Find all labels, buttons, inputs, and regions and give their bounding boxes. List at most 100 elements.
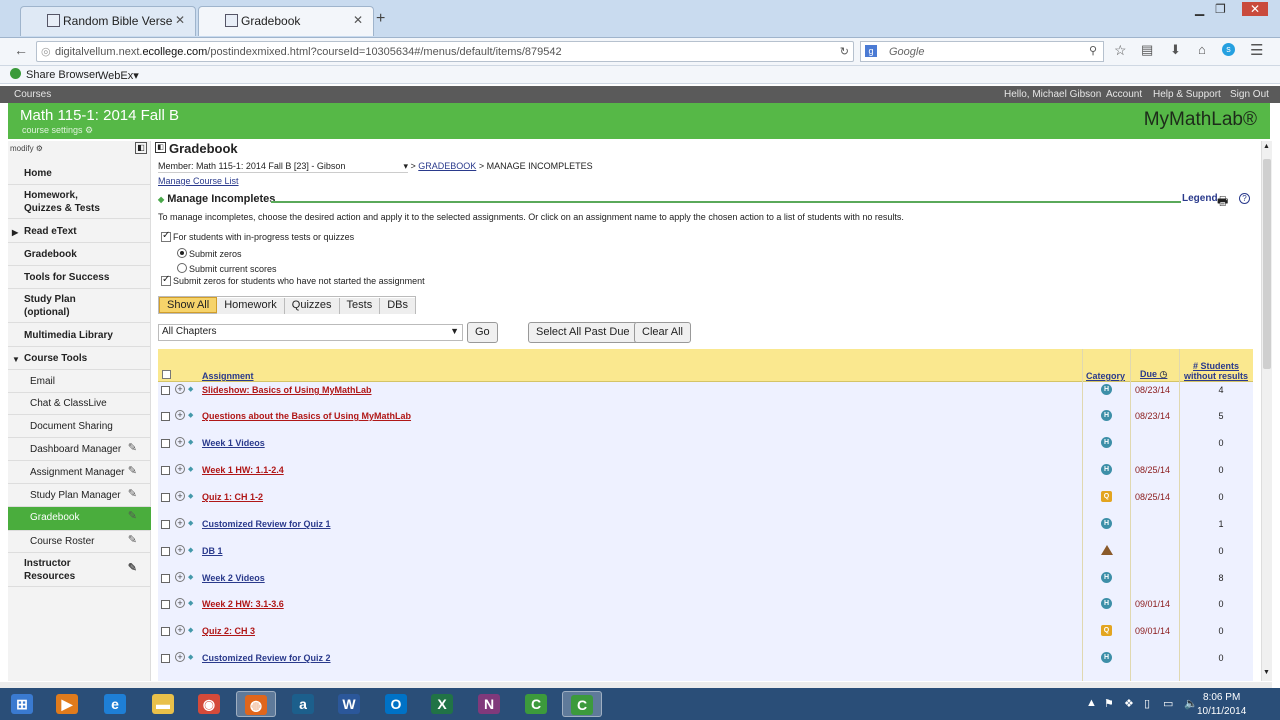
- address-bar[interactable]: digitalvellum.next.ecollege.com/postinde…: [36, 41, 854, 62]
- edit-icon[interactable]: ✎: [128, 488, 137, 501]
- star-icon[interactable]: ☆: [1114, 42, 1127, 59]
- back-icon[interactable]: ←: [14, 42, 28, 58]
- sidebar-item-gradebook[interactable]: Gradebook: [8, 244, 151, 266]
- scroll-up-icon[interactable]: ▲: [1263, 143, 1270, 150]
- col-assignment[interactable]: Assignment: [202, 371, 254, 381]
- expand-plus-icon[interactable]: +: [175, 598, 185, 608]
- filter-tests[interactable]: Tests: [339, 298, 381, 314]
- help-icon[interactable]: ?: [1239, 193, 1250, 204]
- modify-link[interactable]: modify ⚙: [10, 144, 43, 153]
- expand-plus-icon[interactable]: +: [175, 518, 185, 528]
- vertical-scrollbar[interactable]: ▲ ▼: [1261, 141, 1272, 681]
- sidebar-item-gradebook[interactable]: Gradebook ✎: [8, 507, 151, 531]
- account-link[interactable]: Account: [1106, 89, 1142, 100]
- taskbar-x-icon[interactable]: X: [422, 691, 462, 717]
- sidebar-item-study-plan-manager[interactable]: Study Plan Manager ✎: [8, 485, 151, 507]
- network-icon[interactable]: ❖: [1124, 697, 1134, 710]
- print-icon[interactable]: 🖶: [1217, 192, 1228, 213]
- sidebar-item-instructor-resources[interactable]: Instructor Resources ✎: [8, 553, 151, 587]
- select-all-checkbox[interactable]: [162, 370, 171, 379]
- help-support-link[interactable]: Help & Support: [1153, 89, 1221, 100]
- collapse-icon[interactable]: ◧: [135, 142, 147, 154]
- expand-plus-icon[interactable]: +: [175, 410, 185, 420]
- window-close-icon[interactable]: ✕: [1242, 2, 1269, 16]
- inprogress-checkbox[interactable]: [161, 230, 171, 242]
- assignment-link[interactable]: DB 1: [202, 546, 223, 556]
- sidebar-item-dashboard-manager[interactable]: Dashboard Manager ✎: [8, 439, 151, 461]
- expand-plus-icon[interactable]: +: [175, 437, 185, 447]
- sidebar-item-course-tools[interactable]: ▼ Course Tools: [8, 348, 151, 370]
- submit-zeros-radio[interactable]: [177, 248, 187, 258]
- row-checkbox[interactable]: [161, 439, 170, 448]
- scroll-down-icon[interactable]: ▼: [1263, 669, 1270, 676]
- bookmarks-icon[interactable]: ▤: [1141, 42, 1153, 58]
- monitor-icon[interactable]: ▭: [1163, 697, 1173, 710]
- expand-plus-icon[interactable]: +: [175, 625, 185, 635]
- sidebar-item-homework-quizzes-tests[interactable]: Homework, Quizzes & Tests: [8, 185, 151, 219]
- tab-gradebook[interactable]: Gradebook ✕: [198, 6, 374, 36]
- triangle-down-icon[interactable]: ▼: [12, 353, 20, 366]
- assignment-link[interactable]: Week 1 HW: 1.1-2.4: [202, 465, 284, 475]
- not-started-checkbox[interactable]: [161, 274, 171, 286]
- member-select[interactable]: Member: Math 115-1: 2014 Fall B [23] - G…: [158, 161, 408, 173]
- taskbar-a-icon[interactable]: a: [283, 691, 323, 717]
- expand-plus-icon[interactable]: +: [175, 572, 185, 582]
- tab-random-bible-verse[interactable]: Random Bible Verse ✕: [20, 6, 196, 36]
- power-icon[interactable]: ▯: [1144, 697, 1150, 710]
- assignment-link[interactable]: Quiz 2: CH 3: [202, 626, 255, 636]
- row-checkbox[interactable]: [161, 574, 170, 583]
- close-icon[interactable]: ✕: [175, 13, 185, 27]
- filter-show-all[interactable]: Show All: [159, 297, 218, 313]
- row-checkbox[interactable]: [161, 412, 170, 421]
- system-clock[interactable]: 8:06 PM 10/11/2014: [1197, 691, 1246, 719]
- clear-all-button[interactable]: Clear All: [634, 322, 691, 343]
- col-category[interactable]: Category: [1086, 371, 1125, 381]
- close-icon[interactable]: ✕: [353, 13, 363, 27]
- taskbar-w-icon[interactable]: W: [329, 691, 369, 717]
- sidebar-item-read-etext[interactable]: ▶ Read eText: [8, 221, 151, 243]
- filter-quizzes[interactable]: Quizzes: [284, 298, 340, 314]
- row-checkbox[interactable]: [161, 520, 170, 529]
- row-checkbox[interactable]: [161, 547, 170, 556]
- submit-current-radio[interactable]: [177, 263, 187, 273]
- legend-link[interactable]: Legend: [1182, 193, 1218, 204]
- volume-icon[interactable]: 🔈: [1184, 697, 1198, 710]
- course-settings-link[interactable]: course settings ⚙: [22, 125, 93, 136]
- courses-link[interactable]: Courses: [14, 89, 51, 100]
- bookmark-share-browser[interactable]: Share Browser: [26, 69, 99, 81]
- sidebar-item-course-roster[interactable]: Course Roster ✎: [8, 531, 151, 553]
- taskbar-media-player-icon[interactable]: ▶: [47, 691, 87, 717]
- assignment-link[interactable]: Week 2 HW: 3.1-3.6: [202, 599, 284, 609]
- col-due[interactable]: Due ◷: [1140, 369, 1167, 379]
- scrollbar-thumb[interactable]: [1263, 159, 1271, 369]
- edit-icon[interactable]: ✎: [128, 442, 137, 455]
- edit-icon[interactable]: ✎: [128, 534, 137, 547]
- search-input[interactable]: g Google ⚲: [860, 41, 1104, 62]
- home-icon[interactable]: ⌂: [1198, 42, 1206, 57]
- expand-plus-icon[interactable]: +: [175, 491, 185, 501]
- taskbar-firefox-icon[interactable]: ◍: [236, 691, 276, 717]
- assignment-link[interactable]: Customized Review for Quiz 2: [202, 653, 331, 663]
- reload-icon[interactable]: ↻: [840, 45, 849, 58]
- assignment-link[interactable]: Slideshow: Basics of Using MyMathLab: [202, 385, 372, 395]
- row-checkbox[interactable]: [161, 466, 170, 475]
- tray-expand-icon[interactable]: ▲: [1086, 697, 1097, 709]
- expand-plus-icon[interactable]: +: [175, 384, 185, 394]
- menu-icon[interactable]: ☰: [1250, 41, 1263, 59]
- search-icon[interactable]: ⚲: [1089, 44, 1097, 57]
- edit-icon[interactable]: ✎: [128, 562, 137, 575]
- breadcrumb-gradebook-link[interactable]: GRADEBOOK: [418, 161, 476, 171]
- go-button[interactable]: Go: [467, 322, 498, 343]
- assignment-link[interactable]: Customized Review for Quiz 1: [202, 519, 331, 529]
- assignment-link[interactable]: Week 2 Videos: [202, 573, 265, 583]
- taskbar-start-orb-icon[interactable]: ⊞: [2, 691, 42, 717]
- expand-icon[interactable]: ◧: [155, 142, 166, 153]
- sign-out-link[interactable]: Sign Out: [1230, 89, 1269, 100]
- taskbar-chrome-icon[interactable]: ◉: [189, 691, 229, 717]
- assignment-link[interactable]: Quiz 1: CH 1-2: [202, 492, 263, 502]
- taskbar-c-icon[interactable]: C: [516, 691, 556, 717]
- sidebar-item-document-sharing[interactable]: Document Sharing: [8, 416, 151, 438]
- expand-plus-icon[interactable]: +: [175, 652, 185, 662]
- row-checkbox[interactable]: [161, 386, 170, 395]
- sidebar-item-study-plan-optional[interactable]: Study Plan (optional): [8, 289, 151, 323]
